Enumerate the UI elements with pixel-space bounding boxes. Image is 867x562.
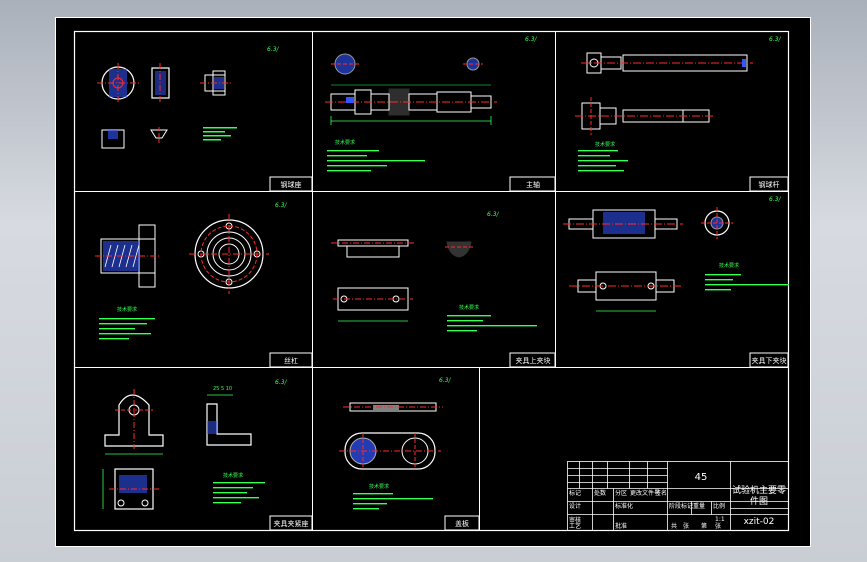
row-label-count: 处数 bbox=[594, 489, 606, 497]
design-label: 设计 bbox=[569, 502, 581, 510]
svg-text:6.3/: 6.3/ bbox=[439, 377, 452, 384]
drawing-code: xzit-02 bbox=[744, 517, 775, 527]
drawing-sheet[interactable]: 6.3/ 钢球座 技术要求 6.3/ 主轴 技术要求 6.3/ 钢球杆 技术要求… bbox=[55, 17, 811, 547]
panel-caption-clamp-seat: 夹具夹紧座 bbox=[274, 519, 309, 528]
notes-title-2: 技术要求 bbox=[335, 139, 355, 146]
material-value: 45 bbox=[695, 472, 708, 483]
panel-lower-clamp-block[interactable]: 技术要求 6.3/ bbox=[563, 196, 789, 312]
drawing-title-line2: 件图 bbox=[750, 495, 768, 507]
row-label-mark: 标记 bbox=[569, 489, 581, 497]
svg-text:6.3/: 6.3/ bbox=[275, 202, 288, 209]
drawing-title-line1: 试验机主要零 bbox=[732, 484, 786, 496]
sheet-label-sheet: 张 bbox=[715, 522, 721, 530]
svg-text:6.3/: 6.3/ bbox=[487, 211, 500, 218]
cad-viewport[interactable]: 6.3/ 钢球座 技术要求 6.3/ 主轴 技术要求 6.3/ 钢球杆 技术要求… bbox=[0, 0, 867, 562]
sheet-label-sheets: 张 bbox=[683, 522, 689, 530]
panel-lead-screw[interactable]: 技术要求 6.3/ bbox=[95, 202, 288, 340]
sheet-label-no: 第 bbox=[701, 522, 707, 530]
process-label: 工艺 bbox=[569, 522, 581, 530]
panel-clamp-seat[interactable]: 25 5 10 技术要求 6.3/ bbox=[102, 379, 288, 510]
title-block-text: 45 试验机主要零 件图 xzit-02 标记 处数 分区 更改文件号 签名 设… bbox=[569, 472, 786, 530]
stage-label: 阶段标记 bbox=[669, 502, 693, 510]
svg-text:6.3/: 6.3/ bbox=[769, 36, 782, 43]
panel-caption-steel-ball-seat: 钢球座 bbox=[281, 180, 302, 189]
sheet-label-total: 共 bbox=[671, 522, 677, 530]
row-label-zone: 分区 bbox=[615, 489, 627, 497]
svg-text:6.3/: 6.3/ bbox=[275, 379, 288, 386]
scale-label: 比例 bbox=[713, 502, 725, 510]
notes-title-7: 技术要求 bbox=[223, 472, 243, 479]
panel-steel-ball-seat[interactable]: 6.3/ bbox=[97, 46, 280, 149]
row-label-signature: 签名 bbox=[655, 489, 667, 497]
panel-upper-clamp-block[interactable]: 技术要求 6.3/ bbox=[331, 211, 537, 332]
svg-text:6.3/: 6.3/ bbox=[769, 196, 782, 203]
notes-title-8: 技术要求 bbox=[369, 483, 389, 490]
weight-label: 重量 bbox=[693, 502, 705, 510]
panel-main-shaft[interactable]: 技术要求 6.3/ bbox=[325, 36, 538, 172]
panel-steel-ball-rod[interactable]: 技术要求 6.3/ bbox=[575, 36, 782, 172]
svg-text:25 5 10: 25 5 10 bbox=[213, 386, 232, 392]
notes-title-3: 技术要求 bbox=[595, 141, 615, 148]
panel-grid bbox=[74, 31, 789, 531]
panel-caption-steel-ball-rod: 钢球杆 bbox=[759, 180, 780, 189]
standardize-label: 标准化 bbox=[615, 502, 633, 510]
scale-value: 1:1 bbox=[715, 516, 725, 523]
panel-caption-upper-clamp-block: 夹具上夹块 bbox=[516, 356, 551, 365]
panel-caption-main-shaft: 主轴 bbox=[526, 180, 540, 189]
svg-text:6.3/: 6.3/ bbox=[525, 36, 538, 43]
svg-text:6.3/: 6.3/ bbox=[267, 46, 280, 53]
panel-caption-cover-plate: 盖板 bbox=[455, 519, 469, 528]
notes-title-6: 技术要求 bbox=[719, 262, 739, 269]
panel-caption-lower-clamp-block: 夹具下夹块 bbox=[752, 356, 787, 365]
inner-frame bbox=[73, 30, 790, 532]
approve-label: 批准 bbox=[615, 522, 627, 530]
panel-caption-lead-screw: 丝杠 bbox=[284, 356, 298, 365]
panel-cover-plate[interactable]: 技术要求 6.3/ bbox=[339, 377, 452, 510]
notes-title-4: 技术要求 bbox=[117, 306, 137, 313]
notes-title-5: 技术要求 bbox=[459, 304, 479, 311]
drawing-canvas: 6.3/ 钢球座 技术要求 6.3/ 主轴 技术要求 6.3/ 钢球杆 技术要求… bbox=[55, 17, 811, 547]
